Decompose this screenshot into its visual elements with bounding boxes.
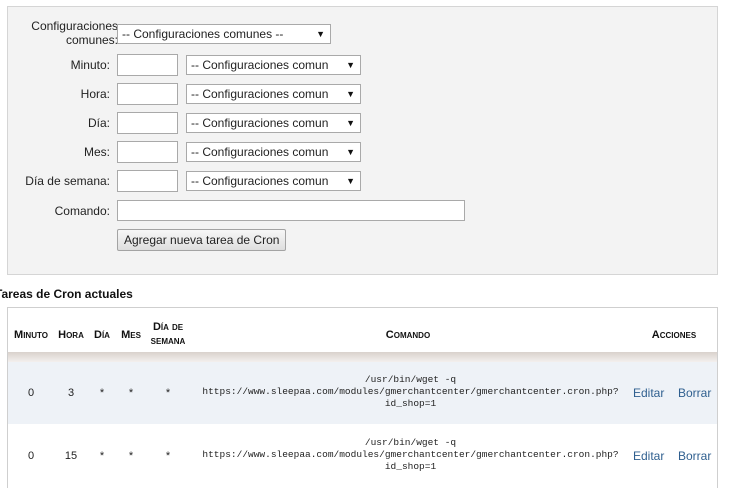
day-select-value: -- Configuraciones comun bbox=[191, 116, 329, 130]
row-weekday: * bbox=[165, 450, 171, 462]
triangle-down-icon: ▼ bbox=[346, 176, 355, 186]
minute-input[interactable] bbox=[117, 54, 178, 76]
hour-select[interactable]: -- Configuraciones comun ▼ bbox=[186, 84, 361, 104]
row-command-line1: /usr/bin/wget -q bbox=[364, 437, 457, 448]
hour-select-value: -- Configuraciones comun bbox=[191, 87, 329, 101]
month-select-value: -- Configuraciones comun bbox=[191, 145, 329, 159]
month-input[interactable] bbox=[117, 141, 178, 163]
delete-link[interactable]: Borrar bbox=[678, 386, 711, 400]
row-hour: 15 bbox=[64, 450, 78, 462]
cron-tasks-table: Minuto Hora Día Mes Día de semana Comand… bbox=[7, 307, 718, 488]
header-month: Mes bbox=[121, 329, 141, 341]
weekday-label: Día de semana: bbox=[25, 174, 110, 188]
header-command: Comando bbox=[385, 329, 431, 341]
row-weekday: * bbox=[165, 387, 171, 399]
header-day: Día bbox=[94, 329, 110, 341]
table-header: Minuto Hora Día Mes Día de semana Comand… bbox=[8, 308, 717, 352]
header-actions: Acciones bbox=[651, 329, 697, 341]
header-separator bbox=[8, 352, 717, 362]
hour-input[interactable] bbox=[117, 83, 178, 105]
row-month: * bbox=[128, 387, 134, 399]
row-day: * bbox=[99, 450, 105, 462]
triangle-down-icon: ▼ bbox=[346, 89, 355, 99]
table-row: 0 15 * * * /usr/bin/wget -q https://www.… bbox=[8, 424, 717, 486]
command-label: Comando: bbox=[54, 204, 110, 218]
common-settings-select[interactable]: -- Configuraciones comunes -- ▼ bbox=[117, 24, 331, 44]
header-weekday-line1: Día de bbox=[152, 321, 184, 333]
row-command: /usr/bin/wget -q https://www.sleepaa.com… bbox=[188, 374, 633, 410]
month-select[interactable]: -- Configuraciones comun ▼ bbox=[186, 142, 361, 162]
weekday-select[interactable]: -- Configuraciones comun ▼ bbox=[186, 171, 361, 191]
month-label: Mes: bbox=[83, 145, 110, 159]
common-settings-label-text: Configuraciones comunes: bbox=[31, 19, 118, 47]
row-command: /usr/bin/wget -q https://www.sleepaa.com… bbox=[188, 437, 633, 473]
row-command-line3: id_shop=1 bbox=[384, 398, 437, 409]
add-cron-task-button[interactable]: Agregar nueva tarea de Cron bbox=[117, 229, 287, 251]
edit-link[interactable]: Editar bbox=[633, 386, 664, 400]
row-hour: 3 bbox=[67, 387, 75, 399]
triangle-down-icon: ▼ bbox=[346, 147, 355, 157]
minute-label: Minuto: bbox=[70, 58, 110, 72]
row-day: * bbox=[99, 387, 105, 399]
row-command-line3: id_shop=1 bbox=[384, 461, 437, 472]
weekday-input[interactable] bbox=[117, 170, 178, 192]
cron-form-panel: Configuraciones comunes: -- Configuracio… bbox=[7, 6, 718, 275]
triangle-down-icon: ▼ bbox=[316, 29, 325, 39]
day-label: Día: bbox=[87, 116, 110, 130]
header-minute: Minuto bbox=[14, 329, 48, 341]
minute-select[interactable]: -- Configuraciones comun ▼ bbox=[186, 55, 361, 75]
triangle-down-icon: ▼ bbox=[346, 118, 355, 128]
current-cron-tasks-title: Tareas de Cron actuales bbox=[0, 287, 133, 301]
common-settings-label: Configuraciones comunes: bbox=[8, 19, 118, 47]
table-row: 0 3 * * * /usr/bin/wget -q https://www.s… bbox=[8, 362, 717, 424]
triangle-down-icon: ▼ bbox=[346, 60, 355, 70]
hour-label: Hora: bbox=[80, 87, 110, 101]
day-input[interactable] bbox=[117, 112, 178, 134]
edit-link[interactable]: Editar bbox=[633, 449, 664, 463]
minute-select-value: -- Configuraciones comun bbox=[191, 58, 329, 72]
row-command-line2: https://www.sleepaa.com/modules/gmerchan… bbox=[202, 386, 619, 397]
header-weekday: Día de semana bbox=[146, 320, 190, 348]
weekday-select-value: -- Configuraciones comun bbox=[191, 174, 329, 188]
delete-link[interactable]: Borrar bbox=[678, 449, 711, 463]
row-command-line1: /usr/bin/wget -q bbox=[364, 374, 457, 385]
row-minute: 0 bbox=[27, 387, 35, 399]
row-command-line2: https://www.sleepaa.com/modules/gmerchan… bbox=[202, 449, 619, 460]
header-weekday-line2: semana bbox=[150, 335, 186, 347]
row-month: * bbox=[128, 450, 134, 462]
common-settings-select-value: -- Configuraciones comunes -- bbox=[122, 27, 284, 41]
command-input[interactable] bbox=[117, 200, 465, 221]
row-minute: 0 bbox=[27, 450, 35, 462]
day-select[interactable]: -- Configuraciones comun ▼ bbox=[186, 113, 361, 133]
header-hour: Hora bbox=[58, 329, 84, 341]
